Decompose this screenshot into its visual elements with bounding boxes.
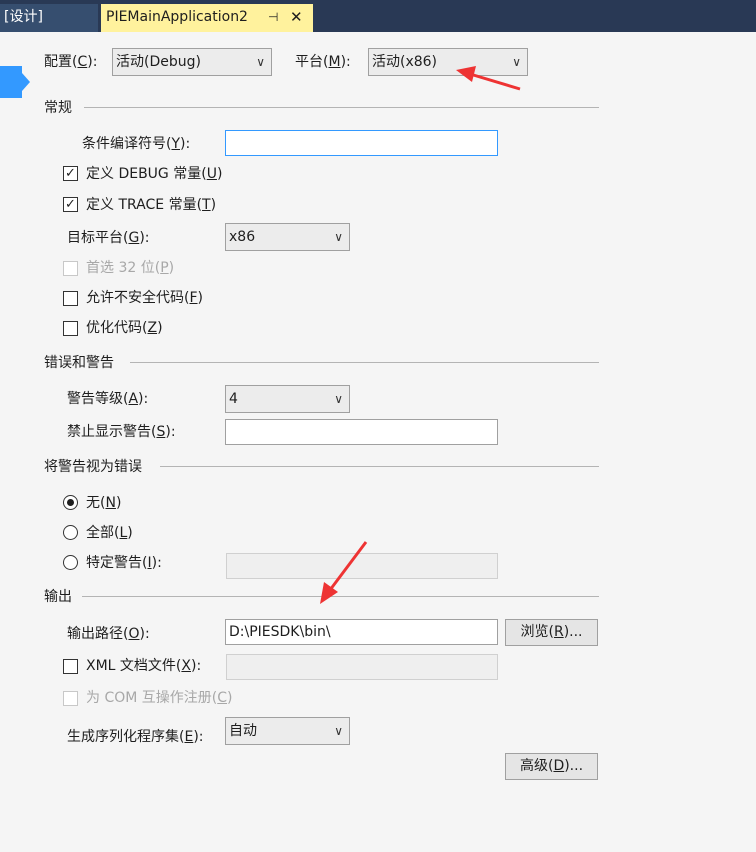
arrow-annotation-output bbox=[320, 541, 368, 604]
annotation-arrows bbox=[320, 66, 521, 604]
arrow-annotation-platform bbox=[456, 66, 521, 91]
